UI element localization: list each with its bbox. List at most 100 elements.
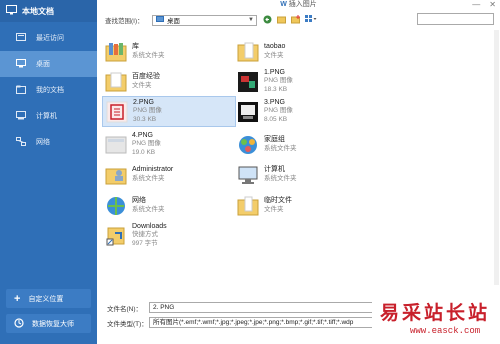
file-name: 1.PNG (264, 68, 286, 76)
monitor-icon (6, 5, 17, 17)
computer-icon (236, 162, 260, 188)
file-type: 系统文件夹 (264, 144, 297, 152)
scope-dropdown[interactable]: 桌面 ▼ (152, 14, 257, 26)
file-name: 百度经验 (132, 73, 160, 80)
file-type: PNG 图像 (264, 77, 293, 85)
filetype-label: 文件类型(T)： (107, 320, 148, 328)
file-name: 家庭组 (264, 136, 285, 143)
image-thumbnail-icon (236, 69, 260, 95)
new-folder-icon[interactable] (291, 14, 300, 26)
sidebar-item-network[interactable]: 网络 (0, 129, 97, 155)
image-thumbnail-icon (105, 99, 129, 125)
sidebar-item-recent[interactable]: 最近访问 (0, 25, 97, 51)
recovery-icon (14, 317, 24, 330)
user-folder-icon (104, 162, 128, 188)
file-name: taobao (264, 43, 286, 50)
sidebar-header: 本地文档 (0, 0, 97, 22)
close-button[interactable]: ✕ (489, 0, 496, 10)
sidebar-item-desktop[interactable]: 桌面 (0, 51, 97, 77)
folder-icon (104, 69, 128, 95)
file-type: PNG 图像 (264, 107, 293, 115)
file-size: 30.3 KB (133, 115, 157, 123)
file-type: 系统文件夹 (132, 51, 165, 59)
sidebar-item-label: 最近访问 (36, 35, 64, 42)
scope-value: 桌面 (167, 18, 180, 25)
file-name: 计算机 (264, 166, 285, 173)
minimize-button[interactable]: — (472, 0, 480, 10)
view-menu-icon[interactable] (305, 14, 317, 26)
file-name: 网络 (132, 197, 146, 204)
file-name: 2.PNG (133, 98, 155, 106)
file-type: 系统文件夹 (264, 174, 297, 182)
file-name: Administrator (132, 166, 174, 173)
file-name: 库 (132, 43, 139, 50)
search-input[interactable] (417, 13, 494, 25)
wps-logo-icon: W (280, 1, 287, 8)
file-item[interactable]: 计算机 系统文件夹 (234, 159, 368, 190)
file-item-selected[interactable]: 2.PNG PNG 图像 30.3 KB (102, 96, 236, 127)
folder-icon (236, 193, 260, 219)
watermark-text: 易采站长站 (380, 302, 491, 324)
file-name: Downloads (132, 222, 167, 230)
image-thumbnail-icon (104, 132, 128, 158)
watermark-url: www.easck.com (410, 326, 481, 336)
library-folder-icon (104, 39, 128, 65)
file-size: 997 字节 (132, 239, 158, 247)
file-type: 系统文件夹 (132, 174, 165, 182)
network-icon (16, 136, 26, 148)
file-item[interactable]: 家庭组 系统文件夹 (234, 129, 368, 160)
file-item[interactable]: 4.PNG PNG 图像 19.0 KB (102, 129, 236, 160)
file-type: PNG 图像 (132, 140, 161, 148)
scope-label: 查找范围(I)： (105, 18, 144, 25)
file-item[interactable]: 3.PNG PNG 图像 8.05 KB (234, 96, 368, 127)
file-item[interactable]: Downloads 快捷方式 997 字节 (102, 220, 236, 251)
homegroup-icon (236, 132, 260, 158)
folder-icon (236, 39, 260, 65)
file-name: 3.PNG (264, 98, 286, 106)
file-size: 8.05 KB (264, 115, 288, 123)
network-icon (104, 193, 128, 219)
computer-icon (16, 110, 26, 122)
file-type: 文件夹 (264, 205, 284, 213)
file-item[interactable]: 百度经验 文件夹 (102, 66, 236, 97)
watermark: 易采站长站 www.easck.com (372, 290, 500, 344)
sidebar-item-label: 计算机 (36, 113, 57, 120)
sidebar-item-computer[interactable]: 计算机 (0, 103, 97, 129)
file-item[interactable]: 临时文件 文件夹 (234, 190, 368, 221)
file-size: 19.0 KB (132, 148, 156, 156)
file-name: 临时文件 (264, 197, 292, 204)
sidebar: 本地文档 最近访问 桌面 我的文档 计算机 网络 + 自定义位置 数据恢复大师 (0, 0, 97, 344)
image-thumbnail-icon (236, 99, 260, 125)
sidebar-item-label: 我的文档 (36, 87, 64, 94)
dialog-title: W 插入图片 (97, 0, 500, 10)
file-item[interactable]: taobao 文件夹 (234, 36, 368, 67)
custom-location-label: 自定义位置 (28, 295, 64, 303)
file-item[interactable]: 网络 系统文件夹 (102, 190, 236, 221)
file-type: 文件夹 (132, 81, 152, 89)
file-item[interactable]: 库系统文件夹 (102, 36, 236, 67)
back-icon[interactable] (263, 15, 272, 26)
file-item[interactable]: 1.PNG PNG 图像 18.3 KB (234, 66, 368, 97)
file-type: 文件夹 (264, 51, 284, 59)
file-type: 快捷方式 (132, 231, 158, 239)
vertical-scrollbar[interactable] (494, 30, 499, 285)
filename-label: 文件名(N)： (107, 305, 143, 313)
data-recovery-button[interactable]: 数据恢复大师 (6, 314, 91, 333)
file-size: 18.3 KB (264, 85, 288, 93)
chevron-down-icon[interactable]: ▼ (248, 17, 254, 23)
titlebar: W 插入图片 — ✕ (97, 0, 500, 10)
dialog-title-text: 插入图片 (288, 1, 317, 8)
desktop-icon (16, 58, 26, 70)
up-folder-icon[interactable] (277, 15, 286, 26)
window-controls: — ✕ (472, 0, 496, 10)
sidebar-item-label: 桌面 (36, 61, 50, 68)
file-item[interactable]: Administrator 系统文件夹 (102, 159, 236, 190)
plus-icon: + (14, 292, 21, 305)
file-type: PNG 图像 (133, 107, 162, 115)
file-name: 4.PNG (132, 131, 154, 139)
desktop-small-icon (156, 15, 164, 25)
sidebar-item-documents[interactable]: 我的文档 (0, 77, 97, 103)
toolbar-icons (263, 14, 317, 26)
custom-location-button[interactable]: + 自定义位置 (6, 289, 91, 308)
sidebar-header-label: 本地文档 (22, 6, 54, 16)
